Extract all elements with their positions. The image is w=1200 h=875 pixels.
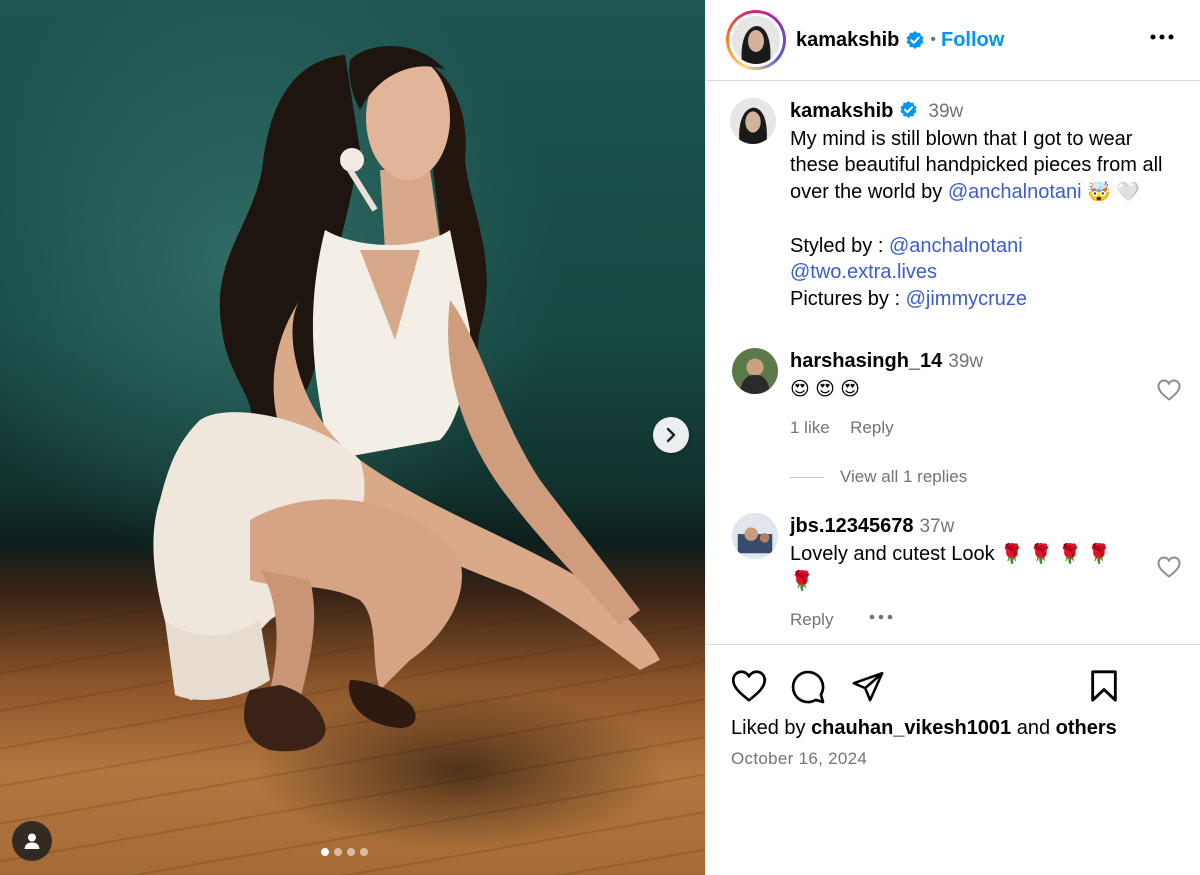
mention-link[interactable]: @anchalnotani	[948, 181, 1082, 203]
replies-divider	[790, 476, 824, 478]
comment-meta: Reply	[790, 610, 893, 630]
comment-bubble-icon[interactable]	[790, 669, 826, 705]
mention-link[interactable]: @anchalnotani	[889, 235, 1023, 257]
carousel-dot	[360, 848, 368, 856]
liked-and: and	[1011, 717, 1056, 739]
verified-badge-icon	[900, 101, 917, 119]
carousel-dot	[334, 848, 342, 856]
styled-by-label: Styled by :	[790, 234, 889, 257]
follow-button[interactable]: Follow	[941, 29, 1004, 52]
comment-text: harshasingh_14 39w 😍 😍 😍	[790, 348, 1185, 403]
share-send-icon[interactable]	[850, 669, 886, 703]
caption-emoji: 🤯 🤍	[1087, 181, 1140, 203]
avatar[interactable]	[732, 348, 778, 394]
liked-prefix: Liked by	[731, 717, 812, 739]
like-heart-icon[interactable]	[731, 669, 767, 703]
author-story-ring[interactable]	[726, 10, 786, 70]
tagged-users-button[interactable]	[12, 821, 52, 861]
liked-others-link[interactable]: others	[1056, 717, 1117, 739]
mention-link[interactable]: @jimmycruze	[906, 288, 1027, 310]
next-image-button[interactable]	[653, 417, 689, 453]
liked-by-summary: Liked by chauhan_vikesh1001 and others	[731, 717, 1117, 740]
carousel-indicator	[321, 848, 368, 856]
mention-link[interactable]: @two.extra.lives	[790, 261, 937, 283]
post-photo[interactable]	[0, 0, 705, 875]
comment-content: Lovely and cutest Look	[790, 542, 1001, 565]
comment-timestamp: 39w	[948, 351, 984, 372]
heart-icon[interactable]	[1157, 556, 1181, 578]
comment-content: 😍 😍 😍	[790, 378, 860, 400]
view-replies[interactable]: View all 1 replies	[790, 467, 967, 487]
heart-icon[interactable]	[1157, 379, 1181, 401]
photo-subject-illustration	[153, 46, 660, 752]
carousel-dot	[347, 848, 355, 856]
avatar[interactable]	[732, 513, 778, 559]
caption-timestamp: 39w	[928, 101, 964, 122]
carousel-dot	[321, 848, 329, 856]
comment-meta: 1 like Reply	[790, 418, 894, 438]
post-actions: Liked by chauhan_vikesh1001 and others O…	[706, 644, 1200, 875]
caption-username[interactable]: kamakshib	[790, 100, 893, 122]
comment-username[interactable]: jbs.12345678	[790, 515, 913, 537]
chevron-right-icon	[666, 427, 676, 443]
reply-button[interactable]: Reply	[850, 418, 893, 437]
author-username[interactable]: kamakshib	[796, 29, 899, 52]
bookmark-icon[interactable]	[1088, 669, 1120, 703]
comment-timestamp: 37w	[919, 516, 955, 537]
more-options-icon[interactable]	[869, 614, 893, 620]
view-replies-label[interactable]: View all 1 replies	[840, 467, 967, 487]
post-header: kamakshib • Follow	[706, 0, 1200, 81]
avatar	[732, 16, 780, 64]
comment-likes[interactable]: 1 like	[790, 418, 830, 437]
comment-username[interactable]: harshasingh_14	[790, 350, 942, 372]
user-icon	[24, 833, 40, 849]
more-options-icon[interactable]	[1150, 34, 1174, 40]
verified-badge-icon	[906, 31, 924, 49]
avatar[interactable]	[730, 98, 776, 144]
header-separator: •	[930, 31, 936, 48]
caption-text: kamakshib 39w My mind is still blown tha…	[790, 98, 1185, 312]
pictures-by-label: Pictures by :	[790, 287, 906, 310]
post-date: October 16, 2024	[731, 749, 868, 768]
reply-button[interactable]: Reply	[790, 610, 833, 630]
post-details-panel: kamakshib • Follow kamakshib 39w My mind	[705, 0, 1200, 875]
liked-user-link[interactable]: chauhan_vikesh1001	[811, 717, 1011, 739]
comment-text: jbs.12345678 37w Lovely and cutest Look 🌹…	[790, 513, 1130, 596]
comments-list[interactable]: kamakshib 39w My mind is still blown tha…	[706, 82, 1200, 644]
